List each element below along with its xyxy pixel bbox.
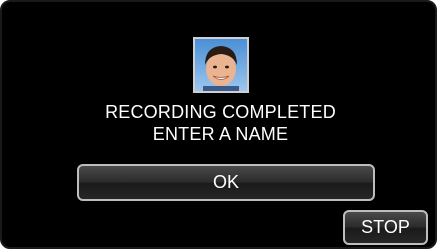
face-photo-icon	[195, 39, 247, 91]
message-line-enter-name: ENTER A NAME	[152, 124, 289, 144]
face-thumbnail	[193, 37, 249, 93]
message-line-recording-completed: RECORDING COMPLETED	[105, 102, 336, 122]
camera-screen: RECORDING COMPLETED ENTER A NAME OK STOP	[0, 0, 437, 249]
ok-button[interactable]: OK	[77, 164, 375, 201]
stop-button[interactable]: STOP	[343, 210, 428, 245]
